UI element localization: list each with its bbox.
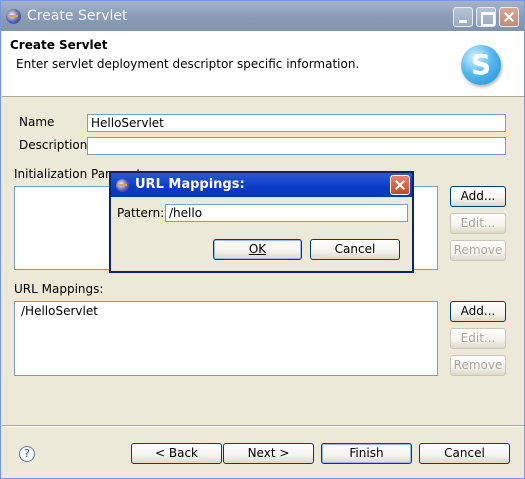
eclipse-icon	[6, 9, 21, 24]
cancel-button[interactable]: Cancel	[419, 443, 510, 464]
url-remove-button[interactable]: Remove	[450, 355, 506, 376]
title-bar[interactable]: Create Servlet	[1, 1, 524, 31]
banner-description: Enter servlet deployment descriptor spec…	[16, 57, 360, 71]
init-edit-button[interactable]: Edit...	[450, 213, 506, 234]
init-remove-button[interactable]: Remove	[450, 240, 506, 261]
close-button[interactable]	[499, 7, 519, 27]
name-field[interactable]: HelloServlet	[87, 114, 506, 132]
pattern-field[interactable]: /hello	[165, 204, 408, 222]
url-add-button[interactable]: Add...	[450, 301, 506, 322]
ok-button-label: OK	[248, 242, 267, 256]
dialog-close-button[interactable]	[390, 175, 410, 195]
ok-button[interactable]: OK	[213, 239, 302, 260]
url-mappings-label: URL Mappings:	[14, 282, 104, 296]
url-mappings-dialog: URL Mappings: Pattern: /hello OK Cancel	[109, 171, 414, 273]
window-title: Create Servlet	[27, 8, 128, 24]
dialog-title-bar[interactable]: URL Mappings:	[111, 173, 412, 197]
finish-button[interactable]: Finish	[321, 443, 412, 464]
url-edit-button[interactable]: Edit...	[450, 328, 506, 349]
name-label: Name	[19, 115, 55, 129]
wizard-banner: Create Servlet Enter servlet deployment …	[2, 31, 524, 97]
banner-title: Create Servlet	[10, 38, 108, 52]
back-button[interactable]: < Back	[131, 443, 222, 464]
next-button[interactable]: Next >	[223, 443, 314, 464]
list-item[interactable]: /HelloServlet	[21, 304, 431, 318]
init-add-button[interactable]: Add...	[450, 186, 506, 207]
servlet-logo-icon: S	[461, 45, 501, 85]
url-mappings-list[interactable]: /HelloServlet	[14, 301, 438, 376]
minimize-button[interactable]	[453, 7, 473, 27]
help-icon[interactable]: ?	[19, 446, 35, 462]
pattern-label: Pattern:	[117, 206, 165, 220]
dialog-cancel-button[interactable]: Cancel	[310, 239, 400, 260]
maximize-button[interactable]	[476, 7, 496, 27]
description-label: Description	[19, 138, 88, 152]
eclipse-icon	[116, 179, 129, 192]
description-field[interactable]	[87, 137, 506, 155]
dialog-title: URL Mappings:	[135, 177, 245, 192]
footer-separator	[2, 425, 524, 427]
